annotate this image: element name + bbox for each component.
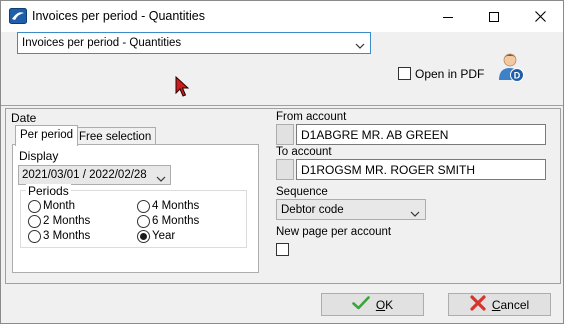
from-account-value: D1ABGRE MR. AB GREEN <box>301 128 449 142</box>
from-account-lookup-button[interactable] <box>276 124 294 145</box>
radio-2-months[interactable] <box>28 215 41 228</box>
to-account-value: D1ROGSM MR. ROGER SMITH <box>301 163 476 177</box>
close-button[interactable] <box>517 1 563 32</box>
cancel-button[interactable]: Cancel <box>448 293 551 316</box>
ok-button[interactable]: OK <box>321 293 424 316</box>
radio-year-label: Year <box>152 230 176 242</box>
sequence-dropdown[interactable]: Debtor code <box>276 199 426 220</box>
display-label: Display <box>19 149 59 163</box>
checkmark-icon <box>352 296 370 313</box>
radio-3-months[interactable] <box>28 230 41 243</box>
window-title: Invoices per period - Quantities <box>32 9 206 23</box>
from-account-label: From account <box>276 111 347 123</box>
report-dropdown-value: Invoices per period - Quantities <box>22 37 182 49</box>
maximize-button[interactable] <box>471 1 517 32</box>
sequence-dropdown-value: Debtor code <box>281 204 344 216</box>
radio-year[interactable] <box>137 230 150 243</box>
minimize-button[interactable] <box>425 1 471 32</box>
new-page-label: New page per account <box>276 226 392 238</box>
chevron-down-icon <box>355 39 365 53</box>
to-account-field[interactable]: D1ROGSM MR. ROGER SMITH <box>296 159 546 180</box>
user-badge-letter: D <box>514 71 521 81</box>
ok-button-label: OK <box>375 297 394 312</box>
radio-month[interactable] <box>28 200 41 213</box>
maximize-icon <box>489 11 499 22</box>
tab-label: Per period <box>20 129 74 141</box>
radio-4-months-label: 4 Months <box>152 200 200 212</box>
from-account-field[interactable]: D1ABGRE MR. AB GREEN <box>296 124 546 145</box>
to-account-lookup-button[interactable] <box>276 159 294 180</box>
radio-4-months[interactable] <box>137 200 150 213</box>
radio-selected-dot <box>140 233 147 240</box>
date-group-label: Date <box>11 111 37 125</box>
tab-label: Free selection <box>79 131 152 143</box>
chevron-down-icon <box>156 172 166 186</box>
cancel-button-label: Cancel <box>491 297 530 312</box>
mouse-cursor-icon <box>175 75 190 101</box>
radio-month-label: Month <box>43 200 75 212</box>
user-avatar-icon[interactable]: D <box>497 52 525 84</box>
app-icon <box>9 8 27 24</box>
dialog-window: Invoices per period - Quantities Invoice… <box>0 0 564 324</box>
new-page-checkbox[interactable] <box>276 243 289 256</box>
cancel-x-icon <box>470 295 486 314</box>
to-account-label: To account <box>276 146 332 158</box>
display-dropdown[interactable]: 2021/03/01 / 2022/02/28 <box>18 165 171 185</box>
title-bar: Invoices per period - Quantities <box>1 1 563 32</box>
sequence-label: Sequence <box>276 186 328 198</box>
periods-label: Periods <box>26 184 71 198</box>
report-dropdown[interactable]: Invoices per period - Quantities <box>17 32 371 54</box>
radio-6-months[interactable] <box>137 215 150 228</box>
minimize-icon <box>443 12 453 22</box>
close-icon <box>534 11 546 22</box>
open-in-pdf-checkbox[interactable] <box>398 67 411 80</box>
display-dropdown-value: 2021/03/01 / 2022/02/28 <box>22 169 147 181</box>
radio-6-months-label: 6 Months <box>152 215 200 227</box>
tab-per-period[interactable]: Per period <box>15 125 79 146</box>
radio-3-months-label: 3 Months <box>43 230 91 242</box>
chevron-down-icon <box>410 207 420 221</box>
open-in-pdf-label: Open in PDF <box>415 67 485 81</box>
radio-2-months-label: 2 Months <box>43 215 91 227</box>
